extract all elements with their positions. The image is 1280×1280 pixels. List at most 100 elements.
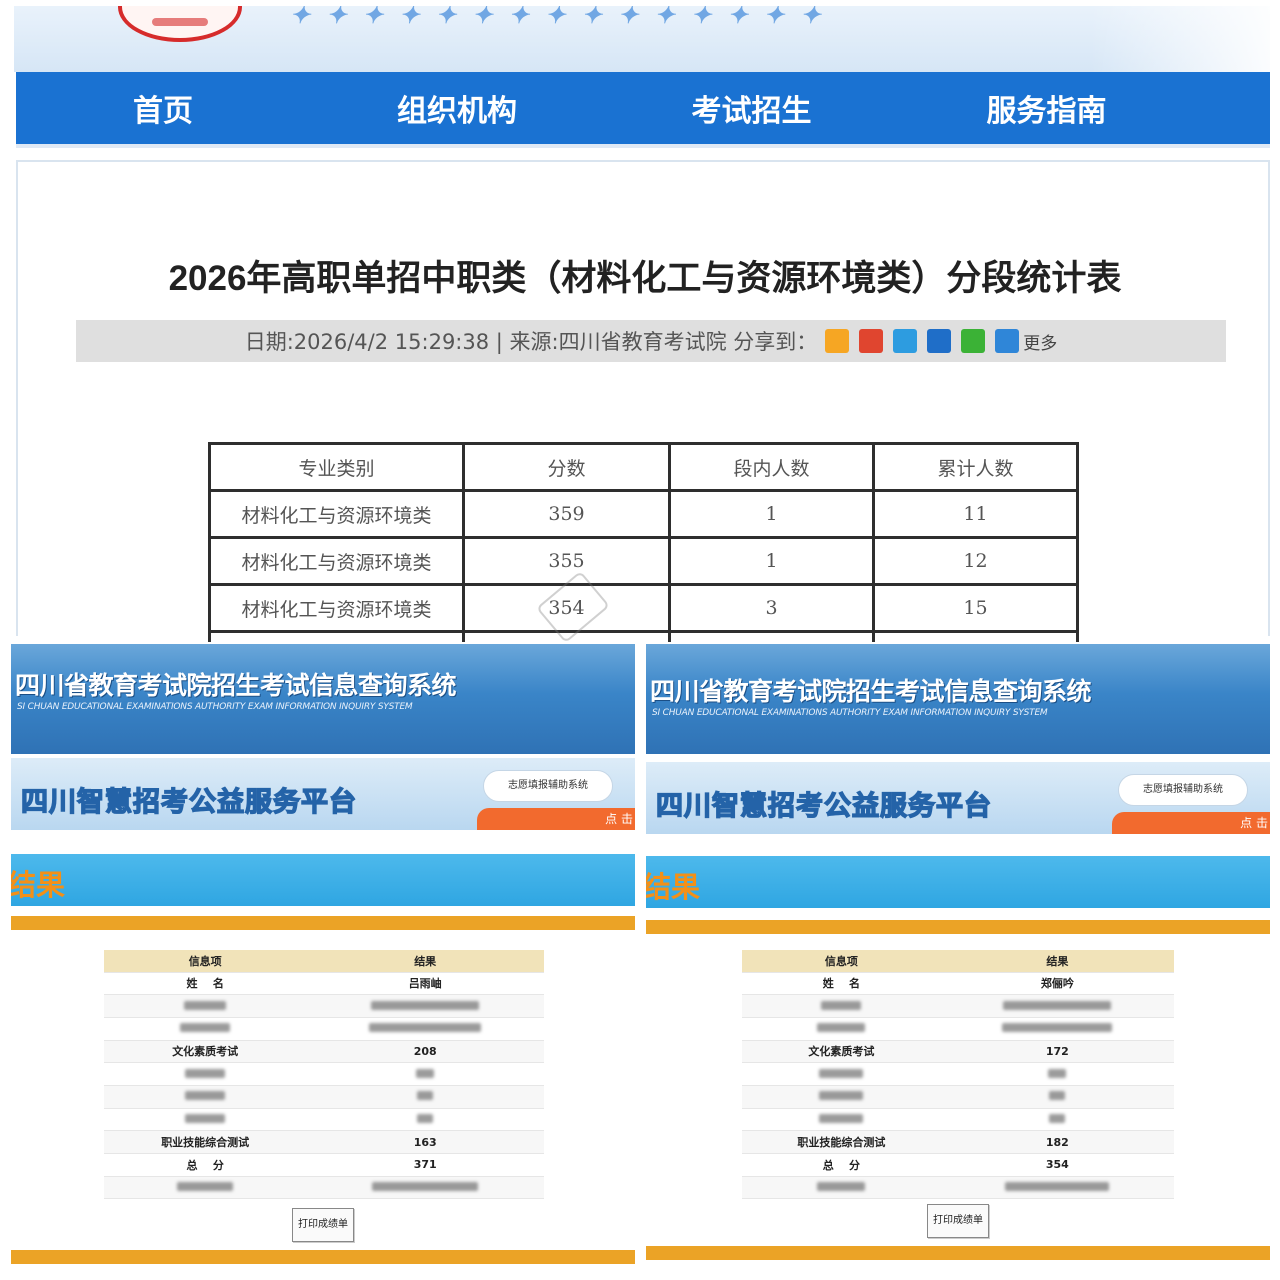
- redacted-cell: [742, 994, 941, 1018]
- table-cell: 359: [462, 489, 671, 539]
- table-header-row: 信息项 结果: [104, 950, 544, 973]
- redacted-cell: [940, 1062, 1174, 1086]
- table-cell: 12: [872, 536, 1079, 586]
- score-distribution-table: 专业类别 分数 段内人数 累计人数 材料化工与资源环境类 359 1 11 材料…: [208, 442, 1079, 642]
- skill-test-score: 163: [306, 1130, 544, 1154]
- table-row-redacted: [742, 1062, 1174, 1086]
- culture-exam-label: 文化素质考试: [104, 1040, 307, 1064]
- qq-weibo-icon[interactable]: [893, 329, 918, 353]
- divider-line: [11, 1250, 635, 1264]
- nav-home[interactable]: 首页: [16, 72, 310, 144]
- redacted-cell: [940, 1176, 1174, 1200]
- table-cell: 3: [668, 583, 875, 633]
- total-label: 总 分: [742, 1153, 941, 1177]
- nav-service-guide[interactable]: 服务指南: [899, 72, 1194, 144]
- table-header: 信息项: [104, 950, 307, 973]
- table-cell: [208, 630, 465, 642]
- wechat-icon[interactable]: [961, 329, 986, 353]
- click-tab[interactable]: 点 击: [477, 808, 635, 830]
- system-subtitle: SI CHUAN EDUCATIONAL EXAMINATIONS AUTHOR…: [17, 702, 413, 712]
- table-row: 职业技能综合测试 163: [104, 1130, 544, 1154]
- article-panel: 2026年高职单招中职类（材料化工与资源环境类）分段统计表 日期:2026/4/…: [16, 160, 1270, 644]
- table-row: 总 分 371: [104, 1153, 544, 1177]
- table-row: 姓 名 吕雨岫: [104, 972, 544, 996]
- redacted-cell: [104, 994, 307, 1018]
- table-row: 文化素质考试 208: [104, 1040, 544, 1064]
- volunteer-assist-button[interactable]: 志愿填报辅助系统: [1118, 774, 1248, 806]
- platform-name: 四川智慧招考公益服务平台: [20, 786, 357, 818]
- print-score-button[interactable]: 打印成绩单: [292, 1208, 354, 1242]
- table-cell: 15: [872, 583, 1079, 633]
- table-cell: 材料化工与资源环境类: [208, 536, 465, 586]
- table-row: 文化素质考试 172: [742, 1040, 1174, 1064]
- site-banner: ✦ ✦ ✦ ✦ ✦ ✦ ✦ ✦ ✦ ✦ ✦ ✦ ✦ ✦ ✦: [14, 6, 1270, 72]
- culture-exam-score: 172: [940, 1040, 1174, 1064]
- redacted-cell: [306, 1108, 544, 1132]
- plus-more-icon[interactable]: [995, 329, 1020, 353]
- name-value: 吕雨岫: [306, 972, 544, 996]
- renren-icon[interactable]: [927, 329, 952, 353]
- table-header: 结果: [940, 950, 1174, 973]
- table-row-redacted: [104, 1017, 544, 1041]
- redacted-cell: [940, 1108, 1174, 1132]
- table-header: 专业类别: [208, 442, 465, 492]
- table-row-redacted: [742, 1108, 1174, 1132]
- platform-band: 四川智慧招考公益服务平台 志愿填报辅助系统 点 击: [11, 758, 635, 830]
- redacted-cell: [104, 1176, 307, 1200]
- total-score: 371: [306, 1153, 544, 1177]
- table-header: 结果: [306, 950, 544, 973]
- click-tab[interactable]: 点 击: [1112, 812, 1270, 834]
- total-score: 354: [940, 1153, 1174, 1177]
- redacted-cell: [742, 1062, 941, 1086]
- main-nav: 首页 组织机构 考试招生 服务指南: [16, 72, 1270, 148]
- system-subtitle: SI CHUAN EDUCATIONAL EXAMINATIONS AUTHOR…: [652, 708, 1048, 718]
- redacted-cell: [104, 1017, 307, 1041]
- skill-test-score: 182: [940, 1130, 1174, 1154]
- volunteer-assist-button[interactable]: 志愿填报辅助系统: [483, 770, 613, 802]
- result-bar: 结果: [646, 856, 1270, 908]
- redacted-cell: [940, 1085, 1174, 1109]
- table-row-redacted: [742, 1176, 1174, 1200]
- table-row-partial: [208, 630, 1079, 642]
- redacted-cell: [742, 1108, 941, 1132]
- result-bar: 结果: [11, 854, 635, 906]
- nav-exam-admission[interactable]: 考试招生: [604, 72, 899, 144]
- qzone-star-icon[interactable]: [825, 329, 850, 353]
- redacted-cell: [306, 1062, 544, 1086]
- redacted-cell: [104, 1062, 307, 1086]
- score-result-table: 信息项 结果 姓 名 吕雨岫 文化素质考试 208 职业技能综合测试 163 总…: [104, 950, 544, 1200]
- table-row-redacted: [742, 1017, 1174, 1041]
- table-cell: 材料化工与资源环境类: [208, 489, 465, 539]
- share-more-link[interactable]: 更多: [1023, 329, 1057, 354]
- redacted-cell: [306, 1176, 544, 1200]
- article-meta-bar: 日期:2026/4/2 15:29:38 | 来源:四川省教育考试院 分享到： …: [76, 320, 1226, 362]
- table-cell: [872, 630, 1079, 642]
- table-cell: 1: [668, 536, 875, 586]
- name-value: 郑俪吟: [940, 972, 1174, 996]
- skill-test-label: 职业技能综合测试: [104, 1130, 307, 1154]
- print-score-button[interactable]: 打印成绩单: [927, 1204, 989, 1238]
- table-cell: 1: [668, 489, 875, 539]
- nav-organization[interactable]: 组织机构: [310, 72, 604, 144]
- table-row: 职业技能综合测试 182: [742, 1130, 1174, 1154]
- name-label: 姓 名: [742, 972, 941, 996]
- score-result-table: 信息项 结果 姓 名 郑俪吟 文化素质考试 172 职业技能综合测试 182 总…: [742, 950, 1174, 1200]
- culture-exam-score: 208: [306, 1040, 544, 1064]
- divider-line: [646, 920, 1270, 934]
- skill-test-label: 职业技能综合测试: [742, 1130, 941, 1154]
- weibo-icon[interactable]: [859, 329, 884, 353]
- announcement-page: ✦ ✦ ✦ ✦ ✦ ✦ ✦ ✦ ✦ ✦ ✦ ✦ ✦ ✦ ✦ 首页 组织机构 考试…: [0, 0, 1280, 644]
- table-header: 分数: [462, 442, 671, 492]
- divider-line: [646, 1246, 1270, 1260]
- table-header-row: 专业类别 分数 段内人数 累计人数: [208, 442, 1079, 492]
- table-row-redacted: [104, 1176, 544, 1200]
- table-row-redacted: [742, 994, 1174, 1018]
- divider-line: [11, 916, 635, 930]
- redacted-cell: [742, 1085, 941, 1109]
- score-query-screenshot-left: 四川省教育考试院招生考试信息查询系统 SI CHUAN EDUCATIONAL …: [11, 644, 635, 1272]
- table-header: 信息项: [742, 950, 941, 973]
- table-row-redacted: [742, 1085, 1174, 1109]
- system-header: 四川省教育考试院招生考试信息查询系统 SI CHUAN EDUCATIONAL …: [11, 644, 635, 754]
- table-row: 总 分 354: [742, 1153, 1174, 1177]
- redacted-cell: [742, 1176, 941, 1200]
